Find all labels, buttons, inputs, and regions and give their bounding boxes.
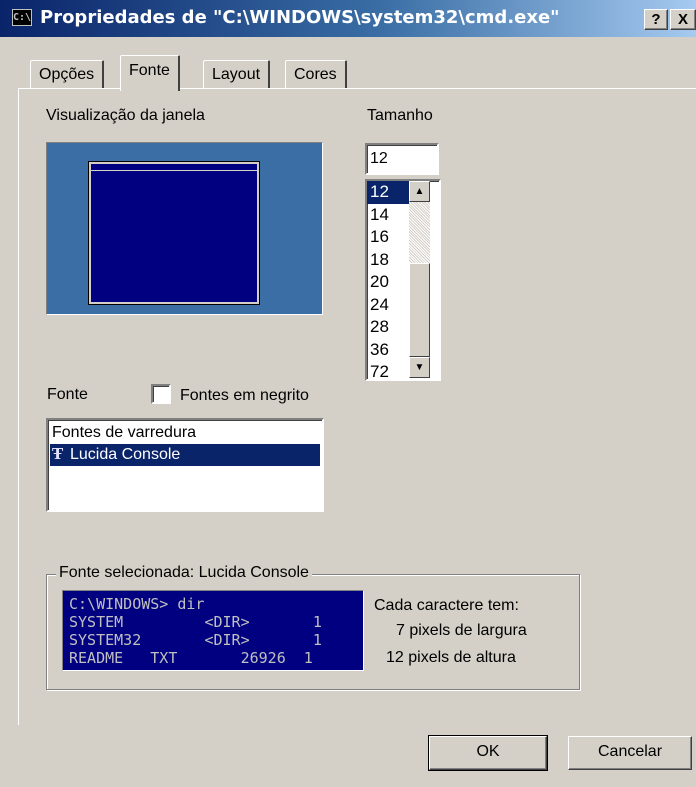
scroll-up-button[interactable]: ▲ xyxy=(409,181,430,202)
size-option-36[interactable]: 36 xyxy=(367,339,414,362)
size-scrollbar[interactable]: ▲ ▼ xyxy=(409,181,430,378)
selected-font-label: Fonte selecionada: Lucida Console xyxy=(56,564,312,582)
size-label: Tamanho xyxy=(367,107,433,124)
char-height-info: 12 pixels de altura xyxy=(386,649,516,666)
scroll-thumb[interactable] xyxy=(409,263,430,357)
sample-line: SYSTEM <DIR> 1 xyxy=(69,613,322,631)
size-option-20[interactable]: 20 xyxy=(367,271,414,294)
size-option-72[interactable]: 72 xyxy=(367,361,414,379)
font-sample-preview: C:\WINDOWS> dir SYSTEM <DIR> 1 SYSTEM32 <D… xyxy=(62,590,364,671)
preview-console-window xyxy=(89,162,259,304)
arrow-up-icon: ▲ xyxy=(414,186,425,197)
bold-checkbox-label[interactable]: Fontes em negrito xyxy=(180,387,309,405)
size-option-12[interactable]: 12 xyxy=(367,181,414,204)
font-item-label: Lucida Console xyxy=(70,446,181,463)
size-input[interactable]: 12 xyxy=(365,143,439,175)
tab-cores[interactable]: Cores xyxy=(285,60,347,88)
window-title: Propriedades de "C:\WINDOWS\system32\cmd… xyxy=(40,7,560,28)
help-button[interactable]: ? xyxy=(644,9,668,30)
size-option-18[interactable]: 18 xyxy=(367,249,414,272)
char-info-heading: Cada caractere tem: xyxy=(374,597,519,614)
size-option-14[interactable]: 14 xyxy=(367,204,414,227)
tab-opcoes[interactable]: Opções xyxy=(30,60,105,88)
preview-title-bar xyxy=(91,164,257,171)
tab-fonte[interactable]: Fonte xyxy=(120,55,180,91)
sample-line: SYSTEM32 <DIR> 1 xyxy=(69,631,322,649)
sample-line: C:\WINDOWS> dir xyxy=(69,595,205,613)
sample-line: README TXT 26926 1 xyxy=(69,649,313,667)
close-button[interactable]: X xyxy=(670,9,696,30)
cmd-icon: C:\ xyxy=(12,9,32,26)
size-option-16[interactable]: 16 xyxy=(367,226,414,249)
font-item-lucida-console[interactable]: Ŧ Lucida Console xyxy=(50,444,320,466)
truetype-icon: Ŧ xyxy=(52,445,64,463)
bold-checkbox[interactable] xyxy=(151,384,171,404)
font-item-label: Fontes de varredura xyxy=(52,424,197,441)
char-width-info: 7 pixels de largura xyxy=(396,622,527,639)
preview-label: Visualização da janela xyxy=(46,107,205,124)
cancel-button[interactable]: Cancelar xyxy=(568,736,692,770)
font-list[interactable]: Fontes de varredura Ŧ Lucida Console xyxy=(46,418,324,512)
ok-button[interactable]: OK xyxy=(428,735,548,771)
arrow-down-icon: ▼ xyxy=(414,362,425,373)
scroll-down-button[interactable]: ▼ xyxy=(409,357,430,378)
size-option-28[interactable]: 28 xyxy=(367,316,414,339)
size-option-24[interactable]: 24 xyxy=(367,294,414,317)
font-item-raster[interactable]: Fontes de varredura xyxy=(50,422,320,444)
tab-layout[interactable]: Layout xyxy=(203,60,271,88)
font-label: Fonte xyxy=(47,386,88,403)
